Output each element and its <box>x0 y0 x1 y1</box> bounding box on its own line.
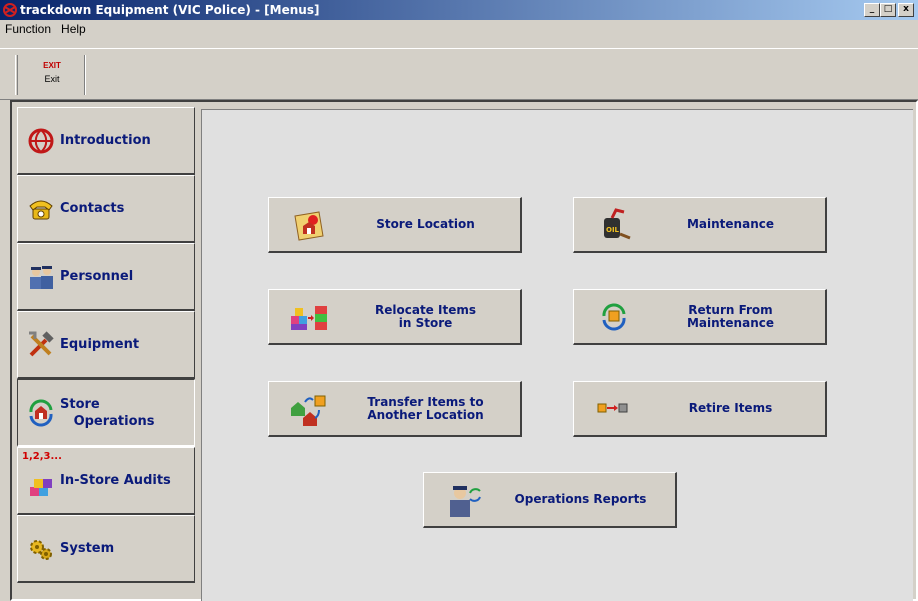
nav-label: Contacts <box>60 201 125 216</box>
exit-button[interactable]: EXIT Exit <box>24 61 80 95</box>
maintenance-label: Maintenance <box>686 217 774 231</box>
operations-reports-button[interactable]: Operations Reports <box>423 472 677 528</box>
store-location-button[interactable]: Store Location <box>268 197 522 253</box>
transfer-houses-icon <box>291 395 326 426</box>
exit-label: Exit <box>44 74 60 84</box>
retire-items-label: Retire Items <box>688 401 773 415</box>
window-title: trackdown Equipment (VIC Police) - [Menu… <box>20 3 320 17</box>
audit-icon <box>30 478 52 496</box>
store-operations-icon <box>29 399 53 426</box>
nav-introduction[interactable]: Introduction <box>17 107 195 175</box>
globe-icon <box>28 128 54 153</box>
nav-personnel[interactable]: Personnel <box>17 243 195 311</box>
nav-contacts[interactable]: Contacts <box>17 175 195 243</box>
return-from-maintenance-label: Return From Maintenance <box>686 302 774 330</box>
retire-items-button[interactable]: Retire Items <box>573 381 827 437</box>
nav-label: In-Store Audits <box>60 473 171 488</box>
oil-can-icon: OIL <box>604 208 631 240</box>
nav-system[interactable]: System <box>17 515 195 583</box>
menu-bar: Function Help <box>0 20 918 39</box>
app-icon <box>3 3 17 17</box>
nav-label: Store Operations <box>60 396 155 429</box>
nav-label: System <box>60 541 115 556</box>
menu-help[interactable]: Help <box>56 22 91 36</box>
toolbar-separator <box>84 55 86 95</box>
minimize-button[interactable]: _ <box>864 3 880 17</box>
exit-icon: EXIT <box>43 61 61 70</box>
nav-in-store-audits[interactable]: 1,2,3... In-Store Audits <box>17 447 195 515</box>
nav-label: Introduction <box>60 133 151 148</box>
menu-function[interactable]: Function <box>0 22 56 36</box>
relocate-blocks-icon <box>291 306 327 330</box>
store-location-label: Store Location <box>376 217 475 231</box>
retire-arrow-icon <box>597 403 628 413</box>
sidebar-nav: Introduction Contacts Personnel Equipmen… <box>17 107 195 601</box>
gears-icon <box>30 539 52 560</box>
audit-badge: 1,2,3... <box>22 451 62 462</box>
nav-label: Equipment <box>60 337 140 352</box>
main-panel: Store Location OIL Maintenance Relocate … <box>201 109 913 601</box>
tools-icon <box>29 330 54 356</box>
close-button[interactable]: x <box>898 3 914 17</box>
return-cycle-icon <box>602 303 626 331</box>
return-from-maintenance-button[interactable]: Return From Maintenance <box>573 289 827 345</box>
maintenance-button[interactable]: OIL Maintenance <box>573 197 827 253</box>
svg-text:OIL: OIL <box>606 226 620 234</box>
nav-store-operations[interactable]: Store Operations <box>17 379 195 447</box>
toolbar-grip[interactable] <box>15 55 18 95</box>
operations-reports-label: Operations Reports <box>514 492 647 506</box>
nav-equipment[interactable]: Equipment <box>17 311 195 379</box>
relocate-items-label: Relocate Items in Store <box>375 302 476 330</box>
map-pin-icon <box>294 211 324 241</box>
relocate-items-button[interactable]: Relocate Items in Store <box>268 289 522 345</box>
maximize-button[interactable]: □ <box>880 3 896 17</box>
transfer-items-button[interactable]: Transfer Items to Another Location <box>268 381 522 437</box>
nav-label: Personnel <box>60 269 134 284</box>
title-bar: trackdown Equipment (VIC Police) - [Menu… <box>0 0 918 20</box>
transfer-items-label: Transfer Items to Another Location <box>367 394 484 422</box>
police-officers-icon <box>30 265 53 289</box>
officer-report-icon <box>450 486 481 517</box>
telephone-icon <box>29 200 53 219</box>
toolbar: EXIT Exit <box>0 48 918 100</box>
